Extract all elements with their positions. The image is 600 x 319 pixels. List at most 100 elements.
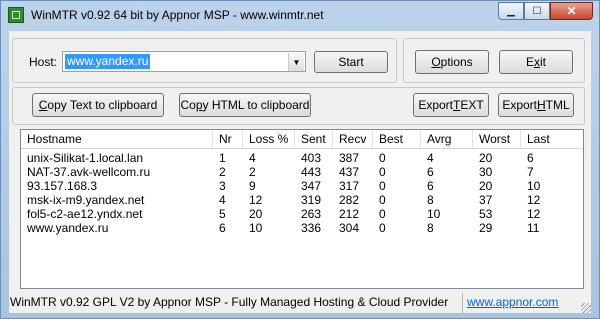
export-text-button[interactable]: Export T EXT <box>413 93 489 117</box>
column-header[interactable]: Avrg <box>421 130 473 148</box>
table-cell: 0 <box>379 151 386 165</box>
table-cell: 53 <box>479 207 493 221</box>
table-row[interactable]: fol5-c2-ae12.yndx.net 5 20 263 212 0 10 53 12 <box>21 207 583 221</box>
status-separator <box>462 293 463 313</box>
table-cell: 336 <box>301 221 322 235</box>
table-cell: NAT-37.avk-wellcom.ru <box>27 165 151 179</box>
options-label: Options <box>431 55 473 69</box>
winmtr-window: WinMTR v0.92 64 bit by Appnor MSP - www.… <box>0 0 600 319</box>
table-cell: 0 <box>379 221 386 235</box>
column-header[interactable]: Nr <box>213 130 243 148</box>
table-cell: 6 <box>219 221 226 235</box>
table-cell: 30 <box>479 165 493 179</box>
column-header[interactable]: Last <box>521 130 583 148</box>
column-header[interactable]: Worst <box>473 130 521 148</box>
table-cell: 6 <box>427 165 434 179</box>
table-cell: 11 <box>527 221 540 235</box>
table-cell: 403 <box>301 151 322 165</box>
table-cell: 1 <box>219 151 226 165</box>
chevron-down-icon[interactable]: ▼ <box>288 53 304 71</box>
start-button[interactable]: Start <box>314 51 388 73</box>
table-cell: 4 <box>219 193 226 207</box>
table-cell: 0 <box>379 165 386 179</box>
table-cell: 10 <box>249 221 263 235</box>
close-button[interactable]: ✕ <box>550 2 593 20</box>
table-row[interactable]: NAT-37.avk-wellcom.ru 2 2 443 437 0 6 30 7 <box>21 165 583 179</box>
table-cell: 6 <box>427 179 434 193</box>
table-cell: msk-ix-m9.yandex.net <box>27 193 145 207</box>
table-cell: 2 <box>219 165 226 179</box>
column-header[interactable]: Loss % <box>243 130 295 148</box>
host-combo-value: www.yandex.ru <box>65 54 151 69</box>
caption-buttons: ▁ ☐ ✕ <box>498 2 593 21</box>
table-cell: 0 <box>379 179 386 193</box>
title-bar[interactable]: WinMTR v0.92 64 bit by Appnor MSP - www.… <box>1 1 599 29</box>
column-header[interactable]: Recv <box>333 130 373 148</box>
copy-text-button[interactable]: Copy Text to clipboard <box>32 93 164 117</box>
table-cell: 263 <box>301 207 322 221</box>
table-cell: 9 <box>249 179 256 193</box>
table-cell: 12 <box>527 193 541 207</box>
table-header: Hostname Nr Loss % Sent Recv Best Avrg Worst Las… <box>21 130 583 149</box>
table-cell: 12 <box>527 207 541 221</box>
table-cell: 387 <box>339 151 360 165</box>
table-cell: 8 <box>427 193 434 207</box>
table-cell: 347 <box>301 179 322 193</box>
options-button[interactable]: Options <box>415 50 489 74</box>
table-cell: 20 <box>479 179 493 193</box>
host-label: Host: <box>29 55 58 69</box>
table-cell: 4 <box>427 151 434 165</box>
table-cell: 37 <box>479 193 493 207</box>
table-cell: 10 <box>527 179 541 193</box>
table-cell: 29 <box>479 221 493 235</box>
window-title: WinMTR v0.92 64 bit by Appnor MSP - www.… <box>31 8 324 22</box>
table-cell: 7 <box>527 165 534 179</box>
table-cell: 0 <box>379 207 386 221</box>
table-cell: 443 <box>301 165 322 179</box>
status-bar: WinMTR v0.92 GPL V2 by Appnor MSP - Full… <box>9 293 591 313</box>
results-table[interactable]: Hostname Nr Loss % Sent Recv Best Avrg Worst Las… <box>20 129 584 289</box>
maximize-button[interactable]: ☐ <box>524 2 550 20</box>
table-cell: 20 <box>479 151 493 165</box>
table-cell: 20 <box>249 207 263 221</box>
client-area: Host: www.yandex.ru ▼ Start Options Exit… <box>9 31 591 313</box>
table-cell: 6 <box>527 151 534 165</box>
maximize-icon: ☐ <box>532 5 542 17</box>
status-text: WinMTR v0.92 GPL V2 by Appnor MSP - Full… <box>10 295 449 309</box>
table-row[interactable]: www.yandex.ru 6 10 336 304 0 8 29 11 <box>21 221 583 235</box>
table-cell: 304 <box>339 221 360 235</box>
column-header[interactable]: Hostname <box>21 130 213 148</box>
table-cell: www.yandex.ru <box>27 221 109 235</box>
table-row[interactable]: 93.157.168.3 3 9 347 317 0 6 20 10 <box>21 179 583 193</box>
column-header[interactable]: Best <box>373 130 421 148</box>
table-cell: 3 <box>219 179 226 193</box>
close-icon: ✕ <box>566 4 577 18</box>
resize-grip[interactable] <box>581 303 591 313</box>
table-cell: fol5-c2-ae12.yndx.net <box>27 207 143 221</box>
table-row[interactable]: msk-ix-m9.yandex.net 4 12 319 282 0 8 37 12 <box>21 193 583 207</box>
table-cell: 437 <box>339 165 360 179</box>
exit-label: Exit <box>525 55 546 69</box>
table-cell: 317 <box>339 179 360 193</box>
table-cell: 0 <box>379 193 386 207</box>
column-header[interactable]: Sent <box>295 130 333 148</box>
table-cell: 8 <box>427 221 434 235</box>
table-cell: 12 <box>249 193 263 207</box>
minimize-button[interactable]: ▁ <box>498 2 524 20</box>
exit-button[interactable]: Exit <box>499 50 573 74</box>
export-html-button[interactable]: Export H TML <box>498 93 574 117</box>
table-cell: unix-Silikat-1.local.lan <box>27 151 144 165</box>
table-cell: 4 <box>249 151 256 165</box>
app-icon <box>8 7 24 23</box>
table-row[interactable]: unix-Silikat-1.local.lan 1 4 403 387 0 4 20 6 <box>21 151 583 165</box>
table-cell: 212 <box>339 207 360 221</box>
table-cell: 5 <box>219 207 226 221</box>
host-combo[interactable]: www.yandex.ru ▼ <box>62 51 306 72</box>
minimize-icon: ▁ <box>507 5 515 17</box>
table-cell: 2 <box>249 165 256 179</box>
table-cell: 93.157.168.3 <box>27 179 98 193</box>
appnor-link[interactable]: www.appnor.com <box>467 295 558 309</box>
table-cell: 282 <box>339 193 360 207</box>
copy-html-button[interactable]: Co p y HTML to clipboard <box>179 93 311 117</box>
table-cell: 10 <box>427 207 441 221</box>
